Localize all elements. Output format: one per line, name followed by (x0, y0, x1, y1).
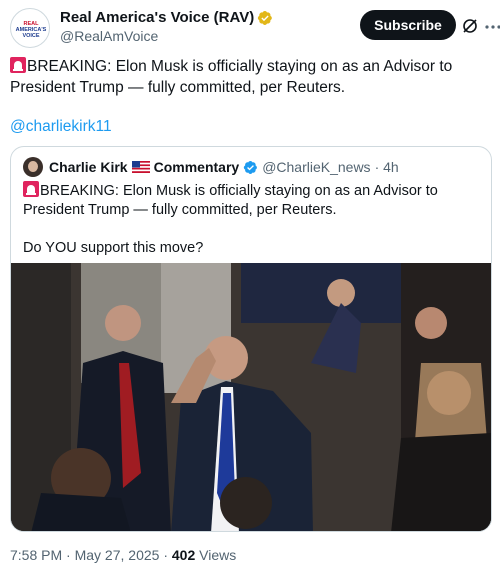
author-display-name[interactable]: Real America's Voice (RAV) (60, 8, 273, 27)
avatar-logo: REAL AMERICA'S VOICE (15, 21, 47, 39)
quoted-photo[interactable] (11, 263, 491, 531)
verified-blue-badge-icon (244, 160, 258, 174)
us-flag-icon (131, 161, 150, 173)
quoted-author-name: Charlie Kirk (49, 159, 128, 175)
grok-icon[interactable] (462, 18, 478, 34)
verified-gold-badge-icon (258, 10, 273, 25)
quoted-text: BREAKING: Elon Musk is officially stayin… (23, 181, 479, 258)
quoted-author-handle: @CharlieK_news (262, 159, 371, 175)
quoted-tweet[interactable]: Charlie Kirk Commentary @CharlieK_news ·… (10, 146, 492, 532)
tweet-time[interactable]: 7:58 PM (10, 547, 62, 563)
siren-icon (10, 57, 26, 73)
quoted-question: Do YOU support this move? (23, 240, 204, 256)
views-count: 402 (171, 547, 196, 563)
tweet-text: BREAKING: Elon Musk is officially stayin… (10, 57, 453, 96)
subscribe-button[interactable]: Subscribe (360, 10, 456, 40)
views-label: Views (199, 547, 237, 563)
photo-image (11, 263, 491, 531)
tweet-date[interactable]: May 27, 2025 (75, 547, 160, 563)
tweet-header: REAL AMERICA'S VOICE Real America's Voic… (10, 8, 500, 52)
author-handle[interactable]: @RealAmVoice (60, 27, 273, 46)
quoted-author-avatar (23, 157, 43, 177)
quoted-author-label: Commentary (153, 159, 240, 175)
mention-link[interactable]: @charliekirk11 (10, 118, 112, 136)
quoted-time: · 4h (374, 159, 399, 175)
more-icon[interactable] (484, 18, 500, 36)
siren-icon (23, 181, 39, 197)
author-avatar[interactable]: REAL AMERICA'S VOICE (10, 8, 50, 48)
tweet-meta: 7:58 PM · May 27, 2025 · 402 Views (10, 547, 237, 563)
